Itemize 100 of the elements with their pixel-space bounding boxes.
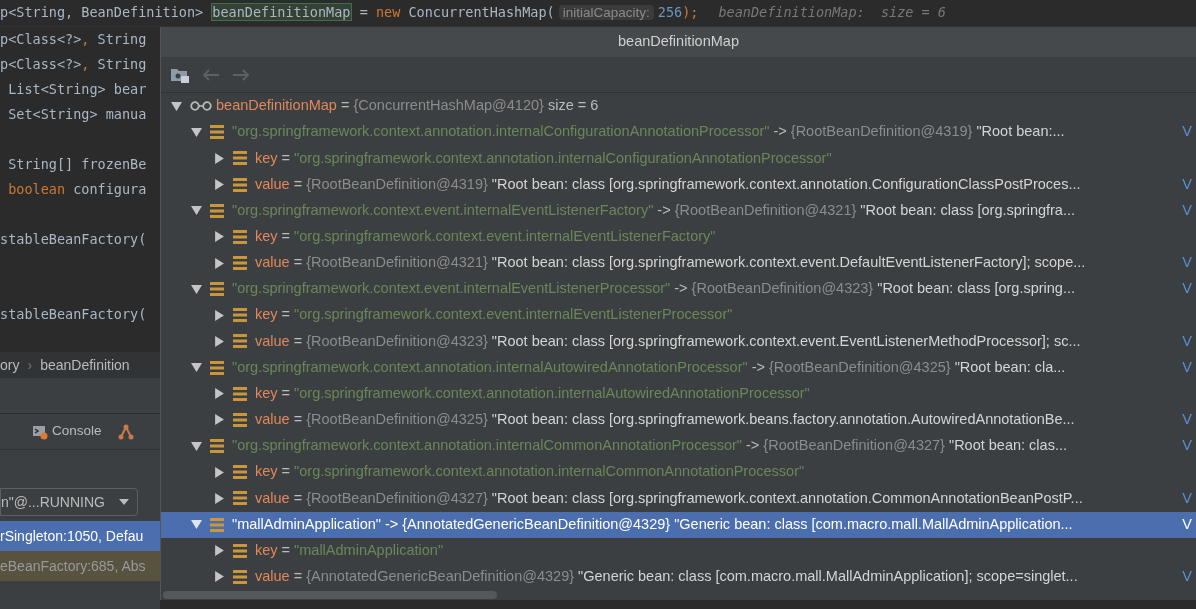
field-icon — [210, 517, 224, 532]
node-text: "org.springframework.context.event.internalEventListenerProcessor" -> {RootBeanDefinition@4323} "Root bean: class [org.spring... — [232, 279, 1076, 299]
field-icon — [233, 229, 247, 244]
field-icon — [210, 203, 224, 218]
tree-row[interactable]: value = {AnnotatedGenericBeanDefinition@4329} "Generic bean: class [com.macro.mall.MallAdminApplication]; scope=singlet... V — [161, 563, 1196, 590]
tree-graph-icon[interactable] — [117, 423, 134, 440]
collapsed-arrow-icon[interactable] — [214, 152, 225, 164]
view-link[interactable]: V — [1182, 252, 1192, 274]
view-link[interactable]: V — [1182, 278, 1192, 301]
tree-row[interactable]: key = "mallAdminApplication" — [161, 537, 1196, 564]
breadcrumb-item[interactable]: ory — [0, 354, 20, 376]
field-icon — [210, 439, 224, 454]
code-line: boolean configura — [7, 180, 147, 200]
expanded-arrow-icon[interactable] — [191, 283, 202, 295]
expanded-arrow-icon[interactable] — [191, 519, 202, 531]
field-icon — [233, 491, 247, 506]
node-text: key = "org.springframework.context.event.internalEventListenerProcessor" — [255, 305, 733, 325]
tree-row[interactable]: key = "org.springframework.context.annotation.internalCommonAnnotationProcessor" — [161, 459, 1196, 486]
stack-frame[interactable]: rSingleton:1050, Defau — [0, 521, 160, 551]
horizontal-scrollbar[interactable] — [163, 591, 497, 599]
tree-row[interactable]: "org.springframework.context.event.internalEventListenerProcessor" -> {RootBeanDefinition@4323} "Root bean: class [org.spring... V — [161, 276, 1196, 303]
code-line: List<String> bear — [7, 80, 147, 100]
node-text: value = {AnnotatedGenericBeanDefinition@4329} "Generic bean: class [com.macro.mall.MallAdminApplication]; scope=singlet... — [255, 567, 1078, 586]
tree-row[interactable]: "mallAdminApplication" -> {AnnotatedGenericBeanDefinition@4329} "Generic bean: class [com.macro.mall.MallAdminApplication... V — [161, 511, 1196, 538]
console-icon — [32, 423, 48, 440]
expanded-arrow-icon[interactable] — [171, 100, 182, 112]
field-icon — [233, 543, 247, 558]
view-link[interactable]: V — [1182, 513, 1192, 536]
tree-row[interactable]: value = {RootBeanDefinition@4319} "Root bean: class [org.springframework.context.annotation.ConfigurationClassPostProces... V — [161, 171, 1196, 198]
node-text: "org.springframework.context.annotation.internalCommonAnnotationProcessor" -> {RootBeanDefinition@4327} "Root bean: clas... — [232, 436, 1067, 456]
node-text: "mallAdminApplication" -> {AnnotatedGenericBeanDefinition@4329} "Generic bean: class [com.macro.mall.MallAdminApplication... — [232, 514, 1073, 534]
collapsed-arrow-icon[interactable] — [214, 492, 225, 504]
collapsed-arrow-icon[interactable] — [214, 336, 225, 347]
collapsed-arrow-icon[interactable] — [214, 414, 225, 426]
field-icon — [233, 386, 247, 401]
view-link[interactable]: V — [1182, 121, 1192, 144]
tree-row[interactable]: value = {RootBeanDefinition@4325} "Root bean: class [org.springframework.beans.factory.annotation.AutowiredAnnotationBe... V — [161, 406, 1196, 434]
tree-row[interactable]: key = "org.springframework.context.annotation.internalConfigurationAnnotationProcessor" — [161, 145, 1196, 172]
expanded-arrow-icon[interactable] — [191, 440, 202, 452]
view-link[interactable]: V — [1182, 356, 1192, 379]
view-link[interactable]: V — [1182, 330, 1192, 353]
field-icon — [233, 569, 247, 584]
tree-row[interactable]: "org.springframework.context.event.internalEventListenerFactory" -> {RootBeanDefinition@4321} "Root bean: class [org.springfra... V — [161, 197, 1196, 224]
tree-row[interactable]: key = "org.springframework.context.event.internalEventListenerFactory" — [161, 223, 1196, 250]
field-icon — [233, 412, 247, 427]
collapsed-arrow-icon[interactable] — [214, 309, 225, 321]
view-link[interactable]: V — [1182, 173, 1192, 196]
node-text: value = {RootBeanDefinition@4319} "Root bean: class [org.springframework.context.annotation.ConfigurationClassPostProces... — [255, 174, 1081, 194]
node-text: value = {RootBeanDefinition@4323} "Root bean: class [org.springframework.context.event.EventListenerMethodProcessor]; sc... — [255, 331, 1081, 351]
tree-row[interactable]: beanDefinitionMap = {ConcurrentHashMap@4120} size = 6 — [161, 93, 1196, 120]
tree-row[interactable]: value = {RootBeanDefinition@4327} "Root bean: class [org.springframework.context.annotation.CommonAnnotationBeanPostP... V — [161, 485, 1196, 512]
view-link[interactable]: V — [1182, 435, 1192, 457]
collapsed-arrow-icon[interactable] — [214, 571, 225, 583]
node-text: key = "org.springframework.context.annotation.internalConfigurationAnnotationProcessor" — [255, 148, 832, 168]
field-icon — [233, 334, 247, 349]
glasses-icon — [190, 101, 212, 112]
dropdown-caret-icon — [119, 499, 129, 505]
code-line: stableBeanFactory( — [0, 305, 147, 325]
console-tab[interactable]: Console — [32, 414, 102, 449]
view-link[interactable]: V — [1182, 409, 1192, 431]
collapsed-arrow-icon[interactable] — [214, 545, 225, 557]
view-link[interactable]: V — [1182, 199, 1192, 222]
expanded-arrow-icon[interactable] — [191, 205, 202, 217]
code-line: String[] frozenBe — [7, 155, 147, 175]
field-icon — [210, 125, 224, 140]
node-text: key = "org.springframework.context.event.internalEventListenerFactory" — [255, 227, 716, 246]
expanded-arrow-icon[interactable] — [191, 126, 202, 138]
collapsed-arrow-icon[interactable] — [214, 388, 225, 400]
field-icon — [233, 465, 247, 480]
field-icon — [233, 256, 247, 270]
node-text: value = {RootBeanDefinition@4325} "Root bean: class [org.springframework.beans.factory.annotation.AutowiredAnnotationBe... — [255, 410, 1075, 430]
collapsed-arrow-icon[interactable] — [214, 231, 225, 243]
node-text: "org.springframework.context.annotation.internalAutowiredAnnotationProcessor" -> {RootBeanDefinition@4325} "Root bean: cla... — [232, 357, 1066, 377]
tree-row[interactable]: "org.springframework.context.annotation.internalConfigurationAnnotationProcessor" -> {RootBeanDefinition@4319} "Root bean:... V — [161, 119, 1196, 146]
tree-row[interactable]: key = "org.springframework.context.event.internalEventListenerProcessor" — [161, 302, 1196, 329]
breadcrumb-separator: › — [27, 355, 33, 375]
expanded-arrow-icon[interactable] — [191, 362, 202, 374]
view-link[interactable]: V — [1182, 487, 1192, 510]
code-line: stableBeanFactory( — [0, 230, 147, 250]
view-link[interactable]: V — [1182, 566, 1192, 588]
node-text: value = {RootBeanDefinition@4327} "Root bean: class [org.springframework.context.annotation.CommonAnnotationBeanPostP... — [255, 488, 1083, 508]
tree-row[interactable]: value = {RootBeanDefinition@4321} "Root bean: class [org.springframework.context.event.DefaultEventListenerFactory]; scope... V — [161, 249, 1196, 277]
node-text: key = "mallAdminApplication" — [255, 540, 444, 560]
collapsed-arrow-icon[interactable] — [214, 257, 225, 269]
thread-dropdown[interactable]: n"@...RUNNING — [0, 488, 138, 516]
node-text: "org.springframework.context.event.internalEventListenerFactory" -> {RootBeanDefinition@4321} "Root bean: class [org.springfra... — [232, 200, 1076, 220]
field-icon — [210, 360, 224, 375]
tree-row[interactable]: "org.springframework.context.annotation.internalCommonAnnotationProcessor" -> {RootBeanDefinition@4327} "Root bean: clas... V — [161, 433, 1196, 460]
collapsed-arrow-icon[interactable] — [214, 466, 225, 478]
tree-row[interactable]: key = "org.springframework.context.annotation.internalAutowiredAnnotationProcessor" — [161, 380, 1196, 407]
field-icon — [233, 151, 247, 166]
tree-row[interactable]: value = {RootBeanDefinition@4323} "Root bean: class [org.springframework.context.event.EventListenerMethodProcessor]; sc... V — [161, 328, 1196, 355]
code-line: Set<String> manua — [7, 105, 147, 125]
field-icon — [210, 282, 224, 297]
collapsed-arrow-icon[interactable] — [214, 179, 225, 191]
code-line: p<String, BeanDefinition> beanDefinitionMap = new ConcurrentHashMap( initialCapacity: 256); beanDefinitionMap: size = 6 — [0, 2, 946, 24]
code-line: p<Class<?>, String — [0, 55, 147, 75]
field-icon — [233, 308, 247, 323]
breadcrumb-item[interactable]: beanDefinition — [40, 354, 130, 376]
tree-row[interactable]: "org.springframework.context.annotation.internalAutowiredAnnotationProcessor" -> {RootBeanDefinition@4325} "Root bean: cla... V — [161, 354, 1196, 381]
